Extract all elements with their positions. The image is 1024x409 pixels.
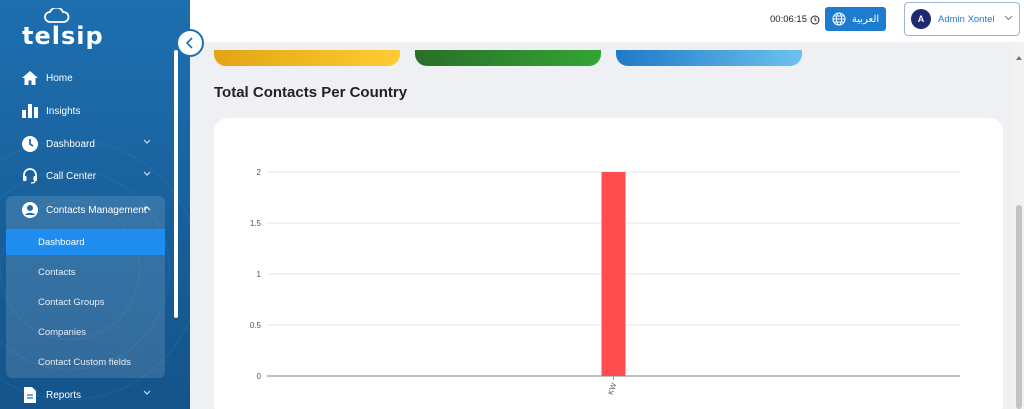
y-tick-label: 1.5: [250, 219, 262, 228]
language-button[interactable]: العربية: [825, 7, 886, 31]
submenu-item-contact-groups[interactable]: Contact Groups: [6, 289, 165, 315]
section-title: Total Contacts Per Country: [214, 84, 408, 101]
sidebar-item-label: Call Center: [46, 170, 97, 182]
sidebar-item-label: Dashboard: [46, 138, 95, 150]
document-icon: [20, 385, 40, 405]
sidebar: telsip Home Insights Dashboard Call Cent…: [0, 0, 190, 409]
y-tick-label: 0.5: [250, 321, 262, 330]
globe-icon: [832, 12, 846, 26]
chevron-down-icon: [1004, 15, 1013, 21]
scroll-up-icon[interactable]: [1015, 55, 1023, 61]
sidebar-item-home[interactable]: Home: [0, 64, 175, 92]
summary-card-blue[interactable]: [616, 50, 802, 66]
summary-card-green[interactable]: [415, 50, 601, 66]
main-scrollbar-thumb[interactable]: [1016, 205, 1022, 409]
bar-kw[interactable]: [601, 172, 626, 376]
home-icon: [20, 68, 40, 88]
sidebar-item-label: Reports: [46, 389, 82, 401]
bar-chart-icon: [20, 101, 40, 121]
user-menu[interactable]: A Admin Xontel: [904, 2, 1020, 36]
collapse-sidebar-button[interactable]: [176, 29, 204, 57]
chevron-down-icon: [143, 171, 151, 176]
submenu-item-companies[interactable]: Companies: [6, 319, 165, 345]
submenu-item-contacts[interactable]: Contacts: [6, 259, 165, 285]
submenu-item-dashboard[interactable]: Dashboard: [6, 229, 165, 255]
timer-value: 00:06:15: [770, 14, 807, 25]
clock-icon: [20, 134, 40, 154]
chevron-down-icon: [143, 390, 151, 395]
y-tick-label: 2: [257, 168, 262, 177]
avatar: A: [911, 9, 931, 29]
sidebar-item-insights[interactable]: Insights: [0, 97, 175, 125]
top-header: [190, 0, 1024, 42]
clock-icon: [810, 15, 820, 24]
brand-logo[interactable]: telsip: [22, 22, 104, 50]
chevron-up-icon: [143, 206, 151, 211]
chevron-down-icon: [143, 139, 151, 144]
sidebar-scrollbar[interactable]: [174, 50, 178, 318]
sidebar-item-label: Home: [46, 72, 73, 84]
y-tick-label: 0: [257, 372, 262, 381]
submenu-item-contact-custom-fields[interactable]: Contact Custom fields: [6, 349, 165, 375]
y-tick-label: 1: [257, 270, 262, 279]
headset-icon: [20, 166, 40, 186]
sidebar-item-label: Insights: [46, 105, 81, 117]
language-label: العربية: [851, 13, 880, 25]
sidebar-item-reports[interactable]: Reports: [0, 381, 175, 409]
session-timer: 00:06:15: [770, 14, 820, 25]
sidebar-item-dashboard[interactable]: Dashboard: [0, 130, 175, 158]
sidebar-item-label: Contacts Management: [46, 204, 147, 216]
chevron-left-icon: [185, 37, 193, 49]
summary-card-yellow[interactable]: [214, 50, 400, 66]
x-tick-label: KW: [606, 381, 619, 396]
contacts-per-country-chart: 0 0.5 1 1.5 2 KW: [250, 168, 960, 396]
sidebar-item-contacts-management[interactable]: Contacts Management: [0, 196, 175, 224]
user-circle-icon: [20, 200, 40, 220]
chart-card: 0 0.5 1 1.5 2 KW: [214, 118, 1003, 409]
sidebar-item-call-center[interactable]: Call Center: [0, 162, 175, 190]
user-name: Admin Xontel: [938, 13, 995, 25]
